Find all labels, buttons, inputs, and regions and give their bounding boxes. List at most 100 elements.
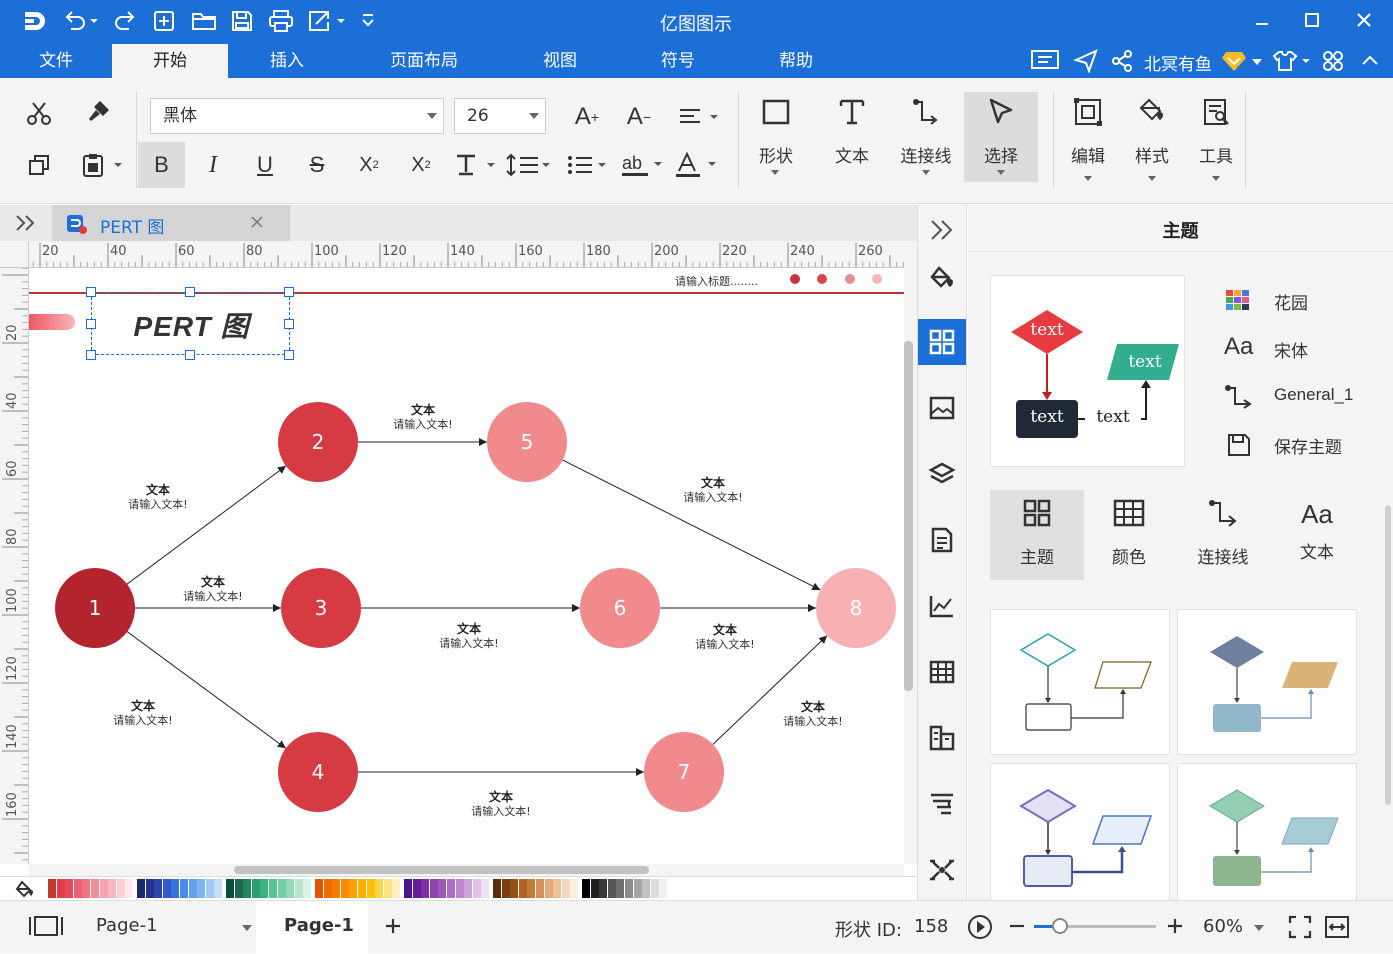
menu-symbol[interactable]: 符号 [618,44,738,78]
color-swatch[interactable] [116,879,125,898]
diagram-title-box[interactable]: PERT 图 [91,292,290,355]
align-icon[interactable] [676,102,720,132]
expand-library-icon[interactable] [14,213,38,237]
decrease-font-icon[interactable]: A − [622,102,656,132]
undo-icon[interactable] [62,9,98,37]
color-swatch[interactable] [455,879,464,898]
document-tab[interactable]: PERT 图 [52,205,290,241]
color-swatch[interactable] [590,879,599,898]
horizontal-scroll-thumb[interactable] [234,866,649,874]
menu-page-layout[interactable]: 页面布局 [346,44,502,78]
color-swatch[interactable] [294,879,303,898]
edit-tool-icon[interactable] [1066,94,1110,130]
apps-icon[interactable] [1322,50,1344,76]
print-icon[interactable] [268,9,294,37]
user-name[interactable]: 北冥有鱼 [1144,50,1212,75]
color-swatch[interactable] [650,879,659,898]
color-swatch[interactable] [73,879,82,898]
presentation-icon[interactable] [918,781,966,827]
save-icon[interactable] [230,9,254,37]
color-swatch[interactable] [332,879,341,898]
edge-label-subtitle[interactable]: 请输入文本! [439,636,498,650]
vertical-scrollbar[interactable] [904,241,917,864]
theme-card-1[interactable] [990,609,1170,755]
color-swatch[interactable] [429,879,438,898]
color-swatch[interactable] [633,879,642,898]
color-swatch[interactable] [82,879,91,898]
garden-theme-option[interactable]: 花园 [1224,285,1374,315]
fit-page-icon[interactable] [1288,915,1312,943]
color-swatch[interactable] [616,879,625,898]
color-swatch[interactable] [536,879,544,898]
connector-button-label[interactable]: 连接线 [891,142,961,167]
menu-help[interactable]: 帮助 [738,44,854,78]
theme-panel-icon[interactable] [918,319,966,365]
style-tool-icon[interactable] [1130,94,1174,130]
zoom-in-icon[interactable] [1166,917,1184,939]
color-swatch[interactable] [625,879,633,898]
color-swatch[interactable] [642,879,651,898]
resize-handle[interactable] [284,350,294,360]
style-button-label[interactable]: 样式 [1122,142,1182,167]
add-page-icon[interactable] [384,917,402,939]
edge-label-title[interactable]: 文本 [489,789,513,804]
color-swatch[interactable] [544,879,553,898]
fit-width-icon[interactable] [1324,915,1350,943]
color-swatch[interactable] [358,879,366,898]
color-swatch[interactable] [205,879,214,898]
page-notes-icon[interactable] [918,517,966,563]
collapse-panel-icon[interactable] [918,207,966,253]
color-swatch[interactable] [412,879,421,898]
edit-button-label[interactable]: 编辑 [1058,142,1118,167]
layers-icon[interactable] [918,451,966,497]
color-swatch[interactable] [570,879,579,898]
color-swatch[interactable] [553,879,562,898]
edge-label-title[interactable]: 文本 [411,402,435,417]
theme-card-2[interactable] [1177,609,1357,755]
org-structure-icon[interactable] [918,715,966,761]
color-swatch[interactable] [561,879,570,898]
color-swatch[interactable] [510,879,519,898]
style-dropdown-icon[interactable] [1148,176,1156,181]
play-icon[interactable] [966,913,994,945]
color-swatch[interactable] [659,879,668,898]
edge-label-subtitle[interactable]: 请输入文本! [471,804,530,818]
zoom-value[interactable]: 60% [1203,916,1243,937]
panel-scrollbar-thumb[interactable] [1385,505,1391,805]
color-swatch[interactable] [171,879,180,898]
export-icon[interactable] [307,9,347,37]
customize-icon[interactable] [361,12,375,32]
close-window-button[interactable] [1342,0,1386,40]
send-icon[interactable] [1073,49,1098,77]
drawing-canvas[interactable]: 文本 请输入文本! 文本 请输入文本! 文本 请输入文本! 文本 请输入文本! 文本 请输入文本!… [29,268,904,864]
color-swatch[interactable] [366,879,375,898]
zoom-out-icon[interactable] [1008,917,1026,939]
page-selector[interactable]: Page-1 [96,915,256,941]
image-icon[interactable] [918,385,966,431]
color-swatch[interactable] [162,879,171,898]
paste-icon[interactable] [78,148,126,182]
color-swatch[interactable] [188,879,197,898]
select-tool-icon[interactable] [979,94,1023,130]
resize-handle[interactable] [284,287,294,297]
text-format-icon[interactable] [452,148,498,182]
edge-1-4[interactable] [126,631,287,749]
color-swatch[interactable] [464,879,473,898]
color-swatch[interactable] [269,879,277,898]
color-swatch[interactable] [438,879,447,898]
text-highlight-icon[interactable]: ab [620,148,666,182]
comment-icon[interactable] [1030,49,1062,77]
menu-insert[interactable]: 插入 [228,44,346,78]
color-swatch[interactable] [48,879,56,898]
color-swatch[interactable] [234,879,243,898]
cut-icon[interactable] [22,96,56,130]
color-swatch[interactable] [392,879,401,898]
font-color-icon[interactable] [674,148,720,182]
share-icon[interactable] [1110,49,1134,77]
color-swatch[interactable] [91,879,99,898]
edge-label-subtitle[interactable]: 请输入文本! [183,589,242,603]
color-swatch[interactable] [383,879,392,898]
color-swatch[interactable] [108,879,117,898]
color-swatch[interactable] [303,879,312,898]
color-swatch[interactable] [340,879,349,898]
